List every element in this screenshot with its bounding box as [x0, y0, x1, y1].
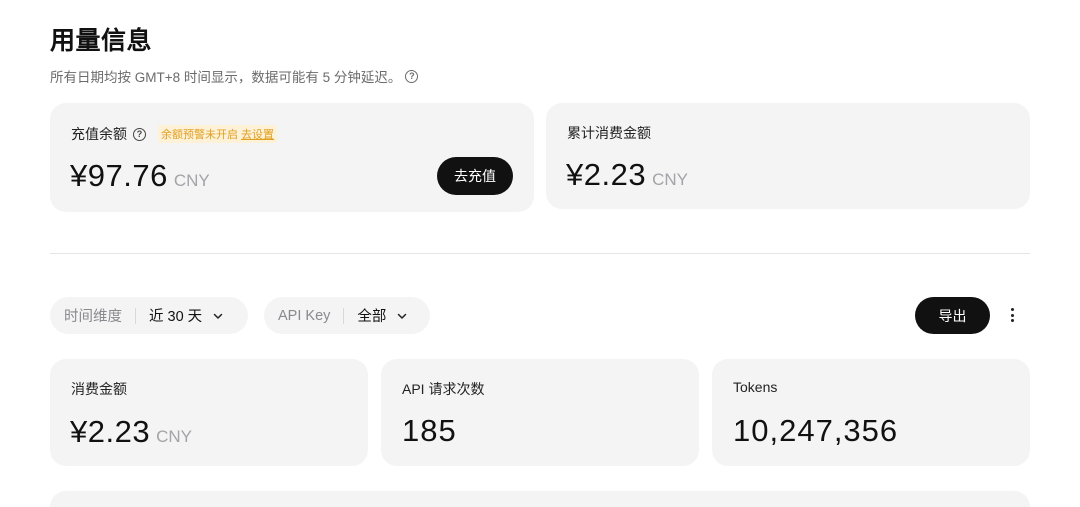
- spend-amount-label: 消费金额: [71, 381, 127, 397]
- kebab-dot: [1010, 308, 1014, 311]
- more-vertical-icon[interactable]: [1006, 306, 1018, 324]
- filter-separator: [135, 307, 136, 324]
- filter-separator: [343, 307, 345, 324]
- balance-value: ¥97.76: [70, 158, 168, 193]
- tokens-card: Tokens 10,247,356: [712, 359, 1030, 466]
- time-range-select[interactable]: 时间维度 近 30 天: [50, 297, 248, 334]
- api-requests-label: API 请求次数: [402, 381, 485, 397]
- time-range-value: 近 30 天: [149, 309, 203, 325]
- total-spend-label: 累计消费金额: [567, 125, 651, 141]
- balance-amount: ¥97.76 CNY: [70, 158, 210, 194]
- page-title: 用量信息: [50, 27, 153, 55]
- kebab-dot: [1010, 319, 1014, 322]
- timezone-note: 所有日期均按 GMT+8 时间显示，数据可能有 5 分钟延迟。 ?: [50, 66, 419, 86]
- spend-amount-card: 消费金额 ¥2.23 CNY: [50, 359, 368, 466]
- time-range-label: 时间维度: [64, 309, 122, 325]
- balance-currency: CNY: [173, 171, 210, 190]
- usage-chart-card: [50, 491, 1030, 507]
- api-key-value: 全部: [357, 309, 387, 325]
- api-key-select[interactable]: API Key 全部: [264, 297, 430, 334]
- balance-warning-badge: 余额预警未开启 去设置: [158, 125, 278, 143]
- total-spend-card: 累计消费金额 ¥2.23 CNY: [546, 103, 1030, 209]
- api-requests-card: API 请求次数 185: [381, 359, 699, 466]
- tokens-label: Tokens: [733, 379, 778, 395]
- spend-amount-currency: CNY: [156, 427, 192, 446]
- timezone-note-text: 所有日期均按 GMT+8 时间显示，数据可能有 5 分钟延迟。: [50, 70, 402, 85]
- api-requests-value: 185: [402, 413, 457, 448]
- total-spend-amount: ¥2.23 CNY: [566, 157, 688, 193]
- section-divider: [50, 253, 1030, 254]
- total-spend-currency: CNY: [652, 170, 688, 189]
- balance-warning-settings-link[interactable]: 去设置: [241, 129, 274, 141]
- spend-amount: ¥2.23 CNY: [70, 414, 192, 450]
- balance-label: 充值余额: [71, 126, 127, 142]
- recharge-button[interactable]: 去充值: [437, 157, 513, 195]
- chevron-down-icon: [213, 313, 223, 319]
- help-circle-icon[interactable]: ?: [405, 69, 419, 83]
- balance-label-row: 充值余额 ? 余额预警未开启 去设置: [71, 124, 278, 144]
- help-circle-icon[interactable]: ?: [133, 127, 146, 141]
- api-key-label: API Key: [278, 307, 331, 324]
- kebab-dot: [1010, 313, 1014, 317]
- balance-warning-text: 余额预警未开启: [161, 129, 238, 141]
- total-spend-value: ¥2.23: [566, 157, 647, 192]
- spend-amount-value: ¥2.23: [70, 414, 151, 449]
- balance-card: 充值余额 ? 余额预警未开启 去设置 ¥97.76 CNY 去充值: [50, 103, 534, 212]
- chevron-down-icon: [398, 313, 407, 319]
- tokens-value: 10,247,356: [733, 413, 899, 448]
- export-button[interactable]: 导出: [915, 297, 990, 334]
